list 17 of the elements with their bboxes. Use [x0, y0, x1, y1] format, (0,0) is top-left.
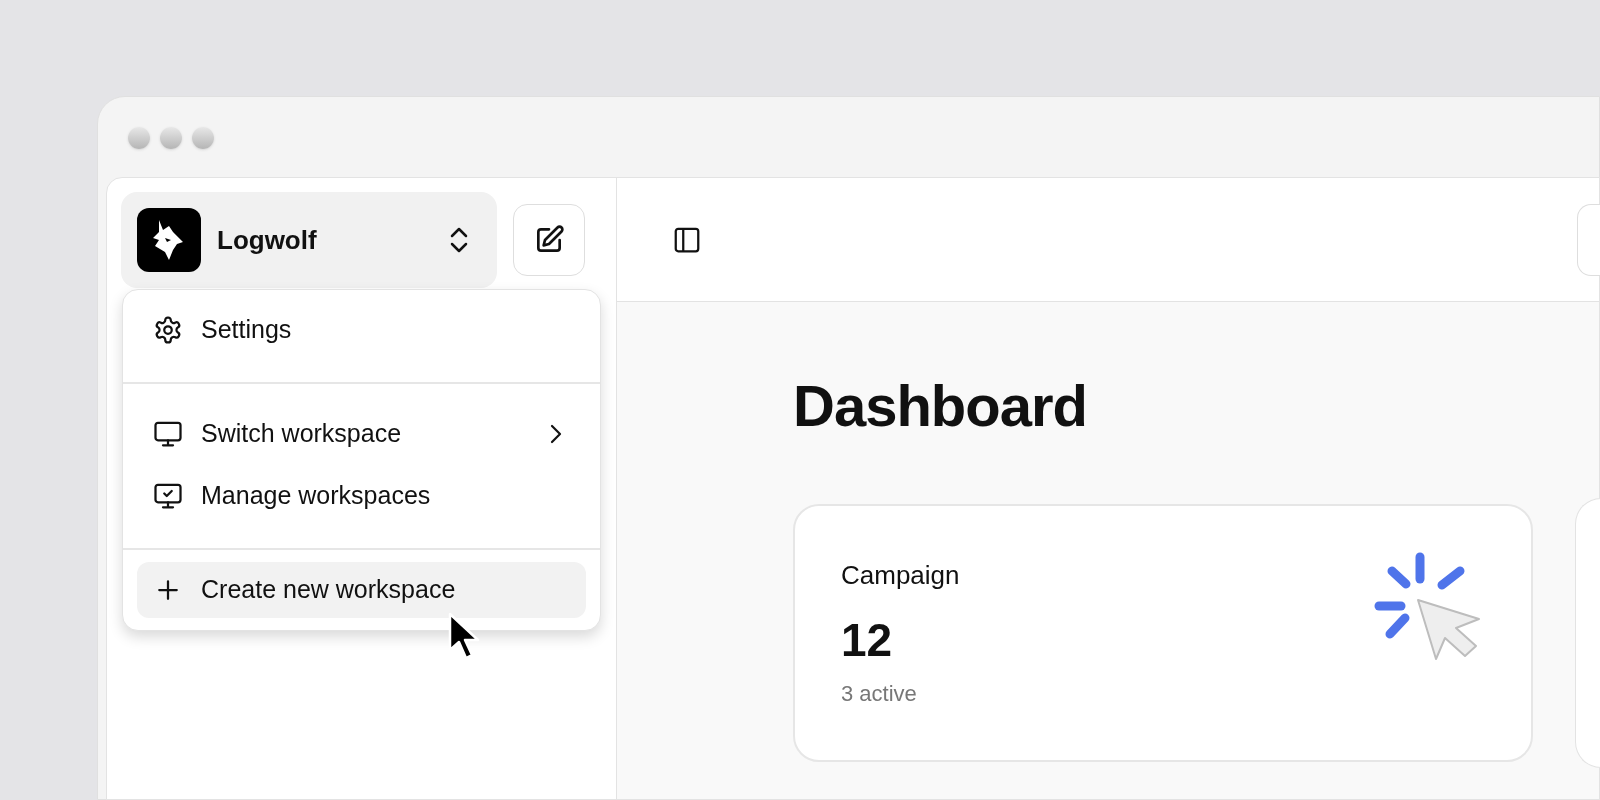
- chevron-right-icon: [548, 422, 564, 446]
- monitor-icon: [153, 419, 183, 449]
- page-title: Dashboard: [793, 374, 1088, 438]
- monitor-check-icon: [153, 481, 183, 511]
- card-caption: 3 active: [841, 679, 917, 708]
- logo-icon: [137, 208, 201, 272]
- window-control-icon[interactable]: [192, 127, 214, 149]
- menu-item[interactable]: Create new workspace: [137, 562, 586, 618]
- window-control-icon[interactable]: [160, 127, 182, 149]
- workspace-name: Logwolf: [217, 223, 317, 257]
- workspace-switcher[interactable]: Logwolf: [121, 192, 497, 288]
- window-control-icon[interactable]: [128, 127, 150, 149]
- card-title: Campaign: [841, 558, 960, 592]
- chevron-updown-icon: [449, 225, 469, 255]
- edit-button[interactable]: [513, 204, 585, 276]
- card-value: 12: [841, 616, 893, 663]
- gear-icon: [153, 315, 183, 345]
